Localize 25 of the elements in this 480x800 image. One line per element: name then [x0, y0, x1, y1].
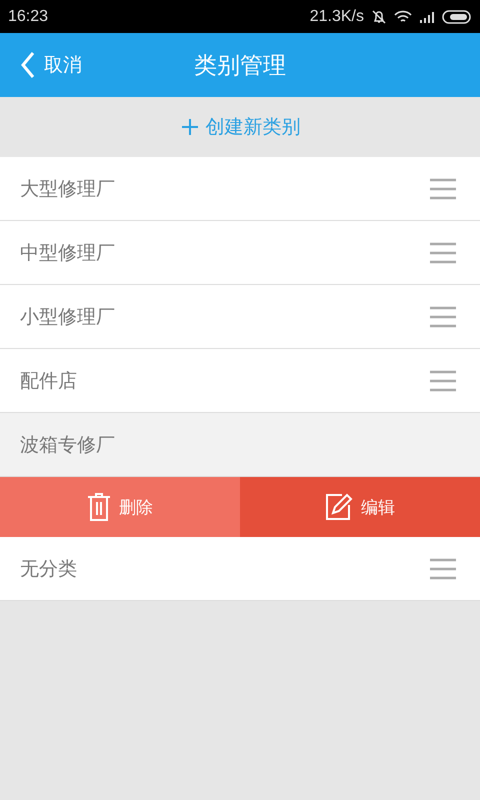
battery-icon: [442, 10, 472, 24]
status-time: 16:23: [8, 8, 48, 26]
category-item[interactable]: 中型修理厂: [0, 221, 480, 285]
alarm-off-icon: [371, 8, 387, 24]
wifi-icon: [394, 10, 412, 24]
category-item[interactable]: 波箱专修厂: [0, 413, 480, 477]
category-item[interactable]: 大型修理厂: [0, 157, 480, 221]
drag-handle-icon[interactable]: [430, 370, 456, 392]
category-item[interactable]: 配件店: [0, 349, 480, 413]
category-item[interactable]: 无分类: [0, 537, 480, 601]
category-item[interactable]: 小型修理厂: [0, 285, 480, 349]
edit-button[interactable]: 编辑: [240, 477, 480, 537]
network-speed: 21.3K/s: [310, 8, 364, 26]
back-button[interactable]: 取消: [0, 51, 82, 79]
drag-handle-icon[interactable]: [430, 558, 456, 580]
edit-icon: [325, 493, 353, 521]
trash-icon: [87, 493, 111, 521]
page-title: 类别管理: [194, 52, 286, 80]
drag-handle-icon[interactable]: [430, 178, 456, 200]
drag-handle-icon[interactable]: [430, 242, 456, 264]
plus-icon: [180, 117, 200, 137]
delete-button[interactable]: 删除: [0, 477, 240, 537]
signal-icon: [419, 10, 435, 22]
drag-handle-icon[interactable]: [430, 306, 456, 328]
back-chevron-icon: [20, 51, 36, 79]
